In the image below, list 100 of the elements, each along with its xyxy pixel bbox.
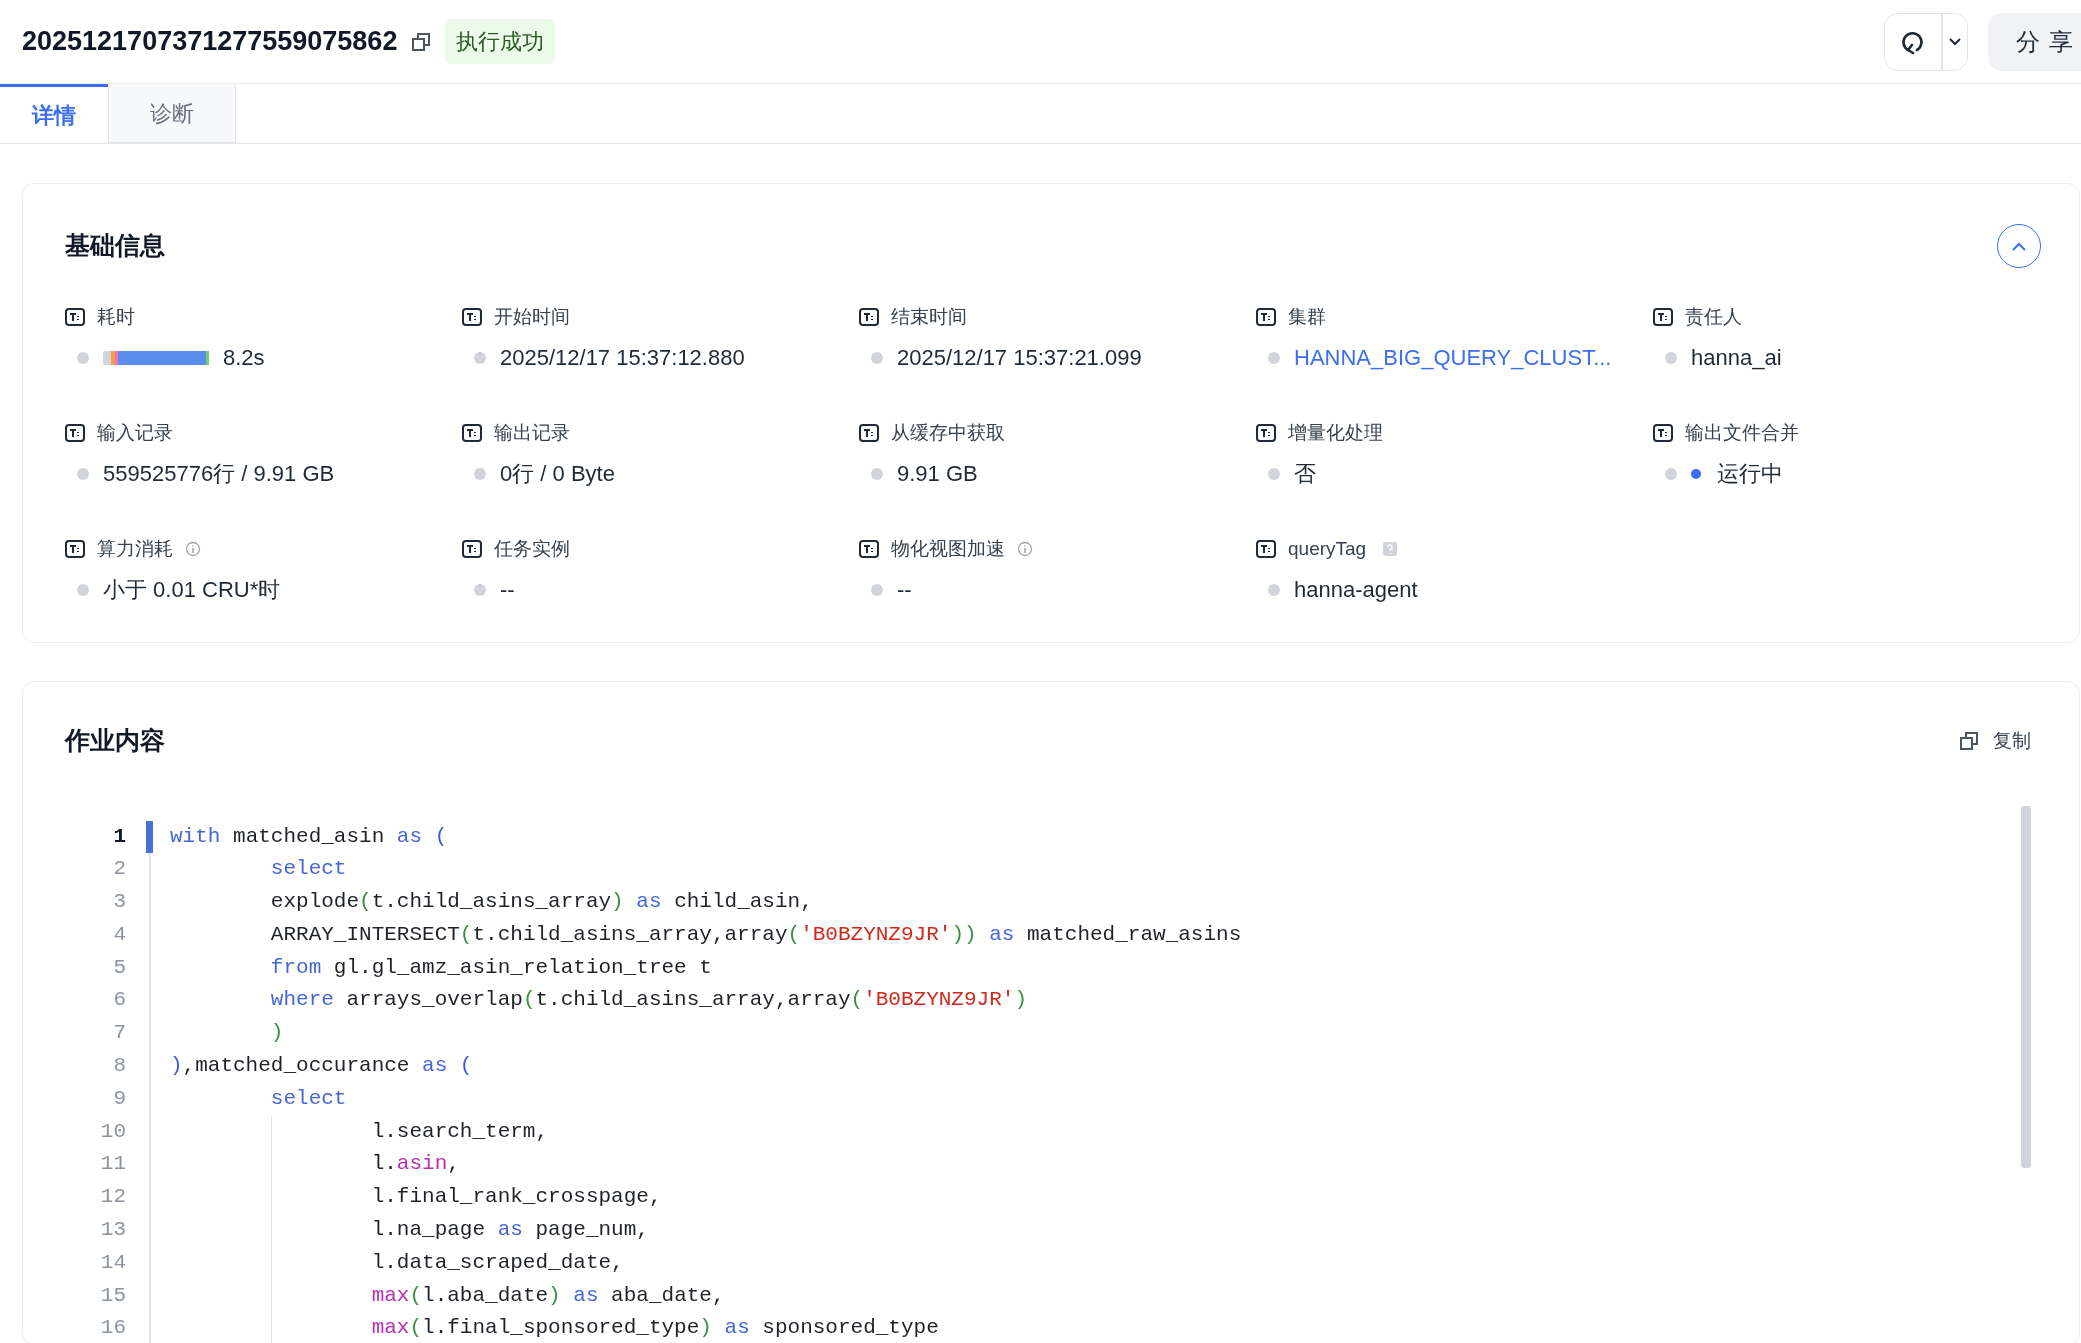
line-number: 1 [112,823,126,850]
line-number: 3 [112,889,126,916]
dot-icon [1268,468,1280,480]
field-value: 2025/12/17 15:37:21.099 [897,344,1142,372]
chevron-up-icon [2012,241,2026,251]
line-number: 14 [99,1249,126,1276]
field-label: 任务实例 [494,537,570,561]
field-label: 集群 [1288,305,1326,329]
field-value: 否 [1294,460,1316,488]
dot-icon [77,468,89,480]
text-field-icon [859,308,879,326]
code-line: with matched_asin as ( [170,823,448,850]
text-field-icon [65,424,85,442]
line-number: 4 [112,921,126,948]
line-number: 6 [112,987,126,1014]
info-icon[interactable] [1017,541,1033,557]
text-field-icon [1256,308,1276,326]
code-line: l.search_term, [170,1115,549,1149]
field-value: 小于 0.01 CRU*时 [103,576,281,604]
text-field-icon [1256,424,1276,442]
status-badge: 执行成功 [445,19,556,64]
dot-icon [474,468,486,480]
tab[interactable]: 诊断 [108,84,236,143]
dot-icon [1268,352,1280,364]
line-number: 9 [112,1085,126,1112]
text-field-icon [859,424,879,442]
text-field-icon [65,308,85,326]
field-value: -- [897,576,912,604]
section-title: 作业内容 [65,725,165,756]
code-line: l.final_rank_crosspage, [170,1181,662,1215]
field-value: 559525776行 / 9.91 GB [103,460,335,488]
dot-icon [1665,468,1677,480]
code-line: l.data_scraped_date, [170,1246,624,1280]
dot-icon [871,584,883,596]
dot-icon [1268,584,1280,596]
field-value: 9.91 GB [897,460,978,488]
code-line: max(l.aba_date) as aba_date, [170,1279,725,1313]
code-line: max(l.final_sponsored_type) as sponsored_type [170,1312,939,1343]
code-line: select [269,1085,347,1112]
line-number: 2 [112,856,126,883]
cluster-link[interactable]: HANNA_BIG_QUERY_CLUST... [1294,342,1612,374]
field-label: 从缓存中获取 [891,421,1005,445]
job-title: 2025121707371277559075862 [22,25,398,59]
copy-button[interactable]: 复制 [1959,726,2031,755]
line-number: 10 [99,1118,126,1145]
line-number: 5 [112,954,126,981]
text-field-icon [1256,540,1276,558]
dot-icon [77,352,89,364]
text-field-icon [462,424,482,442]
text-field-icon [1653,424,1673,442]
code-line: explode(t.child_asins_array) as child_asin, [269,889,813,916]
field-value: 8.2s [223,344,265,372]
field-value: hanna-agent [1294,576,1418,604]
code-line: l.asin, [170,1148,460,1182]
field-label: 算力消耗 [97,537,173,561]
help-icon[interactable] [1382,541,1399,557]
copy-icon[interactable] [411,31,432,52]
field-label: 增量化处理 [1288,421,1383,445]
code-line: where arrays_overlap(t.child_asins_array,array('B0BZYNZ9JR') [269,987,1027,1014]
dot-icon [871,352,883,364]
dot-icon [871,468,883,480]
line-number: 7 [112,1020,126,1047]
code-line: from gl.gl_amz_asin_relation_tree t [269,954,712,981]
dot-icon [474,352,486,364]
line-number: 8 [112,1053,126,1080]
collapse-button[interactable] [1997,224,2041,268]
caret-icon [1949,37,1962,46]
line-number: 15 [99,1282,126,1309]
refresh-button[interactable] [1885,13,1944,70]
field-value: -- [500,576,515,604]
share-button[interactable]: 分享 [1988,12,2081,71]
line-number: 16 [99,1315,126,1342]
line-number: 12 [99,1184,126,1211]
field-label: 输入记录 [97,421,173,445]
scrollbar-thumb[interactable] [2021,805,2031,1168]
field-label: 耗时 [97,305,135,329]
line-number: 11 [99,1151,126,1178]
dot-icon [1665,352,1677,364]
text-field-icon [1653,308,1673,326]
code-line: ARRAY_INTERSECT(t.child_asins_array,array('B0BZYNZ9JR')) as matched_raw_asins [269,921,1242,948]
dot-icon [77,584,89,596]
field-label: queryTag [1288,537,1367,561]
field-value: hanna_ai [1691,344,1782,372]
field-label: 结束时间 [891,305,967,329]
field-label: 输出文件合并 [1685,421,1799,445]
info-icon[interactable] [185,541,201,557]
code-line: l.na_page as page_num, [170,1214,649,1247]
code-line: ) [269,1020,284,1047]
field-value: 运行中 [1717,460,1783,488]
field-label: 责任人 [1685,305,1742,329]
text-field-icon [859,540,879,558]
text-field-icon [65,540,85,558]
field-value: 0行 / 0 Byte [500,460,615,488]
dot-icon [474,584,486,596]
status-dot [1691,469,1701,479]
field-value: 2025/12/17 15:37:12.880 [500,344,745,372]
code-line: select [269,856,347,883]
field-label: 输出记录 [494,421,570,445]
section-title: 基础信息 [65,230,165,262]
field-label: 开始时间 [494,305,570,329]
